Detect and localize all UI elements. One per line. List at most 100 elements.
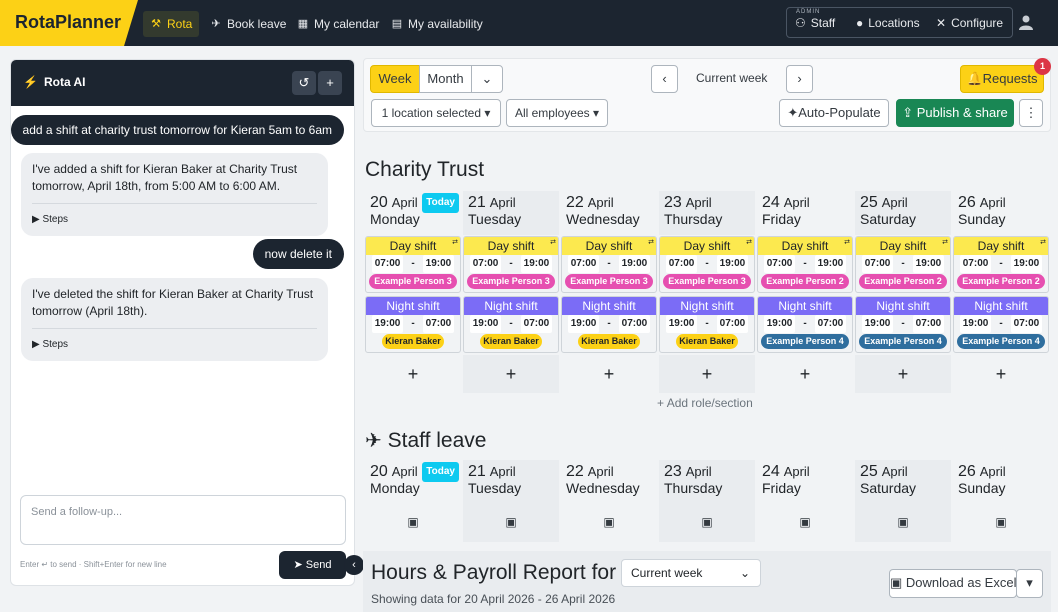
top-navbar: RotaPlanner ⚒ Rota ✈ Book leave ▦ My calend… [0,0,1058,46]
prev-week-button[interactable]: ‹ [651,65,678,93]
magic-wand-icon: ✦ [787,105,799,120]
nav-rota[interactable]: ⚒ Rota [143,11,200,37]
week-view-button[interactable]: Week [370,65,420,93]
night-shift-card[interactable]: Night shift 19:00-07:00 Example Person 4 [757,296,853,353]
day-header: 21 April Tuesday [463,460,559,504]
day-number: 25 [860,463,878,480]
day-shift-card[interactable]: Day shift ⇄ 07:00-19:00 Example Person 2 [953,236,1049,293]
employee-pill[interactable]: Example Person 3 [663,274,751,289]
day-shift-card[interactable]: Day shift ⇄ 07:00-19:00 Example Person 3 [463,236,559,293]
new-chat-button[interactable]: + [318,71,342,95]
steps-toggle[interactable]: ▶ Steps [32,203,317,228]
month-view-button[interactable]: Month [419,65,472,93]
admin-configure[interactable]: ✕ Configure [936,16,1003,30]
add-shift-button[interactable]: + [463,355,559,393]
auto-populate-button[interactable]: ✦Auto-Populate [779,99,889,127]
add-role-section-button[interactable]: + Add role/section [657,396,753,410]
nav-book-leave[interactable]: ✈ Book leave [203,11,293,37]
day-number: 25 [860,194,878,211]
employee-pill[interactable]: Example Person 4 [957,334,1045,349]
chevron-down-icon: ⌄ [739,566,750,580]
employee-pill[interactable]: Example Person 3 [369,274,457,289]
day-month: April [489,464,516,479]
night-shift-card[interactable]: Night shift 19:00-07:00 Example Person 4 [855,296,951,353]
night-shift-card[interactable]: Night shift 19:00-07:00 Kieran Baker [365,296,461,353]
day-shift-card[interactable]: Day shift ⇄ 07:00-19:00 Example Person 2 [757,236,853,293]
day-shift-card[interactable]: Day shift ⇄ 07:00-19:00 Example Person 3 [561,236,657,293]
plus-icon: + [995,364,1007,384]
add-shift-button[interactable]: + [953,355,1049,393]
night-shift-card[interactable]: Night shift 19:00-07:00 Example Person 4 [953,296,1049,353]
requests-button[interactable]: 🔔Requests [960,65,1044,93]
user-account-icon[interactable] [1018,14,1034,30]
swap-icon[interactable]: ⇄ [1040,238,1046,246]
shift-time: 19:00-07:00 [562,315,656,333]
add-leave-button[interactable]: ▣ [659,502,755,542]
employee-pill[interactable]: Example Person 4 [859,334,947,349]
swap-icon[interactable]: ⇄ [844,238,850,246]
add-shift-button[interactable]: + [365,355,461,393]
swap-icon[interactable]: ⇄ [942,238,948,246]
employee-pill[interactable]: Example Person 3 [565,274,653,289]
publish-share-button[interactable]: ⇪ Publish & share [896,99,1014,127]
add-shift-button[interactable]: + [659,355,755,393]
day-header: 26 April Sunday [953,460,1049,504]
add-leave-button[interactable]: ▣ [757,502,853,542]
add-leave-button[interactable]: ▣ [365,502,461,542]
send-button[interactable]: ➤ Send [279,551,346,579]
history-button[interactable]: ↺ [292,71,316,95]
day-name: Wednesday [566,211,640,227]
view-dropdown-button[interactable]: ⌄ [471,65,503,93]
night-shift-card[interactable]: Night shift 19:00-07:00 Kieran Baker [659,296,755,353]
employee-pill[interactable]: Example Person 2 [957,274,1045,289]
admin-locations[interactable]: ● Locations [856,16,920,30]
employee-pill[interactable]: Kieran Baker [382,334,444,349]
night-shift-card[interactable]: Night shift 19:00-07:00 Kieran Baker [463,296,559,353]
day-shift-card[interactable]: Day shift ⇄ 07:00-19:00 Example Person 2 [855,236,951,293]
chevron-down-icon: ⌄ [481,71,493,86]
admin-staff[interactable]: ⚇ Staff [795,16,835,30]
employee-pill[interactable]: Example Person 2 [859,274,947,289]
employee-filter-dropdown[interactable]: All employees ▾ [506,99,608,127]
swap-icon[interactable]: ⇄ [452,238,458,246]
employee-pill[interactable]: Example Person 3 [467,274,555,289]
report-period-select[interactable]: Current week ⌄ [621,559,761,587]
collapse-panel-button[interactable]: ‹ [344,555,364,575]
add-shift-button[interactable]: + [855,355,951,393]
add-leave-button[interactable]: ▣ [953,502,1049,542]
night-shift-card[interactable]: Night shift 19:00-07:00 Kieran Baker [561,296,657,353]
plus-icon: + [407,364,419,384]
swap-icon[interactable]: ⇄ [746,238,752,246]
employee-pill[interactable]: Example Person 2 [761,274,849,289]
send-icon: ➤ [293,559,306,571]
add-leave-button[interactable]: ▣ [561,502,657,542]
add-shift-button[interactable]: + [757,355,853,393]
add-leave-button[interactable]: ▣ [463,502,559,542]
location-filter-dropdown[interactable]: 1 location selected ▾ [371,99,501,127]
brand-logo[interactable]: RotaPlanner [0,0,138,46]
employee-pill[interactable]: Kieran Baker [676,334,738,349]
day-month: April [783,195,810,210]
day-month: April [587,464,614,479]
nav-my-availability[interactable]: ▤ My availability [384,11,490,37]
day-shift-card[interactable]: Day shift ⇄ 07:00-19:00 Example Person 3 [659,236,755,293]
plus-icon: + [326,75,334,90]
steps-toggle[interactable]: ▶ Steps [32,328,317,353]
swap-icon[interactable]: ⇄ [550,238,556,246]
day-number: 24 [762,463,780,480]
nav-my-calendar[interactable]: ▦ My calendar [290,11,386,37]
report-date-range: Showing data for 20 April 2026 - 26 Apri… [371,592,616,606]
swap-icon[interactable]: ⇄ [648,238,654,246]
day-shift-card[interactable]: Day shift ⇄ 07:00-19:00 Example Person 3 [365,236,461,293]
next-week-button[interactable]: › [786,65,813,93]
add-leave-button[interactable]: ▣ [855,502,951,542]
employee-pill[interactable]: Kieran Baker [578,334,640,349]
download-excel-button[interactable]: ▣ Download as Excel [889,569,1017,598]
add-shift-button[interactable]: + [561,355,657,393]
download-options-button[interactable]: ▾ [1016,569,1043,598]
employee-pill[interactable]: Kieran Baker [480,334,542,349]
more-options-button[interactable]: ⋮ [1019,99,1043,127]
employee-pill[interactable]: Example Person 4 [761,334,849,349]
plus-icon: + [799,364,811,384]
chat-input[interactable]: Send a follow-up... [20,495,346,545]
